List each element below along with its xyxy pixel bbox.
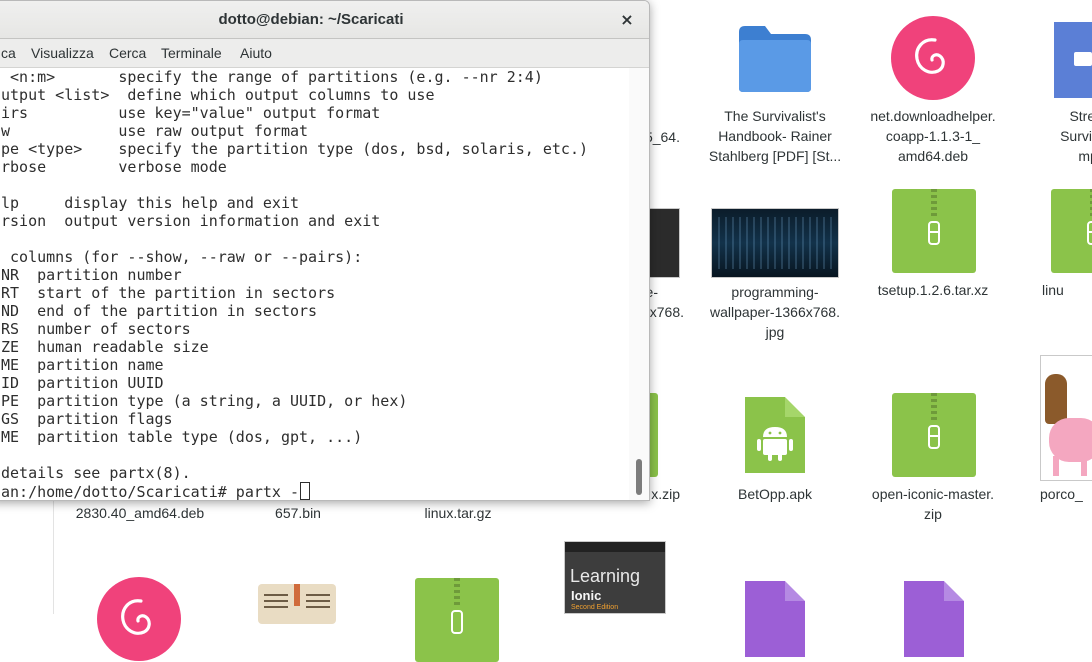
terminal-output-line: RS number of sectors	[1, 320, 191, 338]
image-thumbnail	[1040, 355, 1092, 481]
terminal-output-line: w use raw output format	[1, 122, 308, 140]
android-apk-icon	[745, 397, 805, 473]
file-label-line: linu	[1042, 282, 1064, 298]
archive-icon	[892, 393, 976, 477]
book-cover-thumbnail[interactable]: Learning Ionic Second Edition	[564, 541, 666, 614]
terminal-output-line: NR partition number	[1, 266, 182, 284]
file-label-line: Survivalist	[1060, 128, 1092, 144]
terminal-line-text: rsion output version information and exi…	[1, 212, 381, 230]
terminal-output-line: details see partx(8).	[1, 464, 191, 482]
file-label-line: tsetup.1.2.6.tar.xz	[877, 282, 989, 298]
book-subtitle: Ionic	[571, 588, 602, 603]
ebook-reader-icon[interactable]	[258, 584, 336, 624]
terminal-output-line: ME partition name	[1, 356, 164, 374]
terminal-output-line: pe <type> specify the partition type (do…	[1, 140, 588, 158]
terminal-line-text: RT start of the partition in sectors	[1, 284, 336, 302]
debian-package-icon	[891, 16, 975, 100]
terminal-output-line: columns (for --show, --raw or --pairs):	[1, 248, 362, 266]
terminal-line-text: columns (for --show, --raw or --pairs):	[1, 248, 363, 266]
file-label-line: net.downloadhelper.	[870, 108, 996, 124]
close-icon[interactable]: ×	[617, 10, 637, 30]
file-label-line: The Survivalist's	[724, 108, 826, 124]
terminal-output-line: RT start of the partition in sectors	[1, 284, 335, 302]
window-title: dotto@debian: ~/Scaricati	[218, 11, 404, 28]
ebook-icon[interactable]	[745, 581, 805, 657]
terminal-line-text: NR partition number	[1, 266, 182, 284]
book-title: Learning	[570, 566, 641, 586]
terminal-output-line: irs use key="value" output format	[1, 104, 380, 122]
image-thumbnail	[711, 208, 839, 278]
file-label-line: programming-	[731, 284, 819, 300]
terminal-line-text: <n:m> specify the range of partitions (e…	[1, 68, 543, 86]
terminal-line-text: w use raw output format	[1, 122, 309, 140]
menu-item-aiuto[interactable]: Aiuto	[240, 39, 272, 67]
terminal-output-line: ND end of the partition in sectors	[1, 302, 317, 320]
terminal-line-text: ME partition name	[1, 356, 164, 374]
terminal-line-text: ME partition table type (dos, gpt, ...)	[1, 428, 363, 446]
scrollbar-thumb[interactable]	[636, 459, 642, 495]
debian-package-icon[interactable]	[97, 577, 181, 661]
file-label-line: porco_	[1040, 486, 1083, 502]
video-icon	[1054, 22, 1092, 98]
terminal-line-text: irs use key="value" output format	[1, 104, 381, 122]
file-label-line: coapp-1.1.3-1_	[885, 128, 981, 144]
file-label-line: Stahlberg [PDF] [St...	[708, 148, 842, 164]
terminal-output-line: lp display this help and exit	[1, 194, 299, 212]
terminal-line-text: PE partition type (a string, a UUID, or …	[1, 392, 408, 410]
ebook-icon[interactable]	[904, 581, 964, 657]
terminal-line-text: ND end of the partition in sectors	[1, 302, 318, 320]
file-label-line: 657.bin	[275, 505, 321, 521]
folder-icon	[739, 26, 811, 92]
terminal-line-text: details see partx(8).	[1, 464, 191, 482]
file-label-line: jpg	[765, 324, 785, 340]
file-label-line: amd64.deb	[897, 148, 969, 164]
archive-icon	[1051, 189, 1092, 273]
file-label-line: Handbook- Rainer	[718, 128, 832, 144]
menu-item-visualizza[interactable]: Visualizza	[31, 39, 94, 67]
sidebar-divider	[53, 498, 54, 614]
archive-icon[interactable]	[415, 578, 499, 662]
file-label-line: mp4	[1078, 148, 1092, 164]
terminal-menubar: ca Visualizza Cerca Terminale Aiuto	[0, 39, 649, 68]
terminal-output-line: <n:m> specify the range of partitions (e…	[1, 68, 543, 86]
file-label-line: 2830.40_amd64.deb	[75, 505, 205, 521]
terminal-output[interactable]: <n:m> specify the range of partitions (e…	[0, 68, 629, 500]
file-label-line: zip	[924, 506, 942, 522]
terminal-line-text: RS number of sectors	[1, 320, 191, 338]
terminal-line-text: an:/home/dotto/Scaricati# partx -	[1, 483, 300, 500]
file-label-line: open-iconic-master.	[871, 486, 995, 502]
terminal-line-text: ID partition UUID	[1, 374, 164, 392]
terminal-titlebar[interactable]: dotto@debian: ~/Scaricati ×	[0, 1, 649, 39]
terminal-line-text: lp display this help and exit	[1, 194, 300, 212]
file-label-line: linux.tar.gz	[424, 505, 492, 521]
file-label-line: Stream	[1069, 108, 1092, 124]
book-edition: Second Edition	[571, 604, 619, 611]
text-cursor	[300, 482, 311, 500]
terminal-prompt-line: an:/home/dotto/Scaricati# partx -	[1, 482, 311, 500]
terminal-output-line: ZE human readable size	[1, 338, 209, 356]
menu-item-modifica[interactable]: ca	[1, 39, 16, 67]
terminal-line-text: rbose verbose mode	[1, 158, 227, 176]
file-label-line: wallpaper-1366x768.	[710, 304, 840, 320]
file-label-line: BetOpp.apk	[738, 486, 812, 502]
terminal-line-text: utput <list> define which output columns…	[1, 86, 435, 104]
terminal-output-line: rbose verbose mode	[1, 158, 227, 176]
terminal-output-line: GS partition flags	[1, 410, 173, 428]
terminal-output-line: PE partition type (a string, a UUID, or …	[1, 392, 407, 410]
terminal-line-text: ZE human readable size	[1, 338, 209, 356]
terminal-line-text: GS partition flags	[1, 410, 173, 428]
terminal-line-text: pe <type> specify the partition type (do…	[1, 140, 588, 158]
terminal-scrollbar[interactable]	[629, 68, 649, 500]
terminal-output-line: ID partition UUID	[1, 374, 164, 392]
menu-item-terminale[interactable]: Terminale	[161, 39, 222, 67]
terminal-output-line: utput <list> define which output columns…	[1, 86, 434, 104]
archive-icon	[892, 189, 976, 273]
terminal-window[interactable]: dotto@debian: ~/Scaricati × ca Visualizz…	[0, 0, 650, 501]
menu-item-cerca[interactable]: Cerca	[109, 39, 146, 67]
terminal-output-line: rsion output version information and exi…	[1, 212, 380, 230]
terminal-output-line: ME partition table type (dos, gpt, ...)	[1, 428, 362, 446]
